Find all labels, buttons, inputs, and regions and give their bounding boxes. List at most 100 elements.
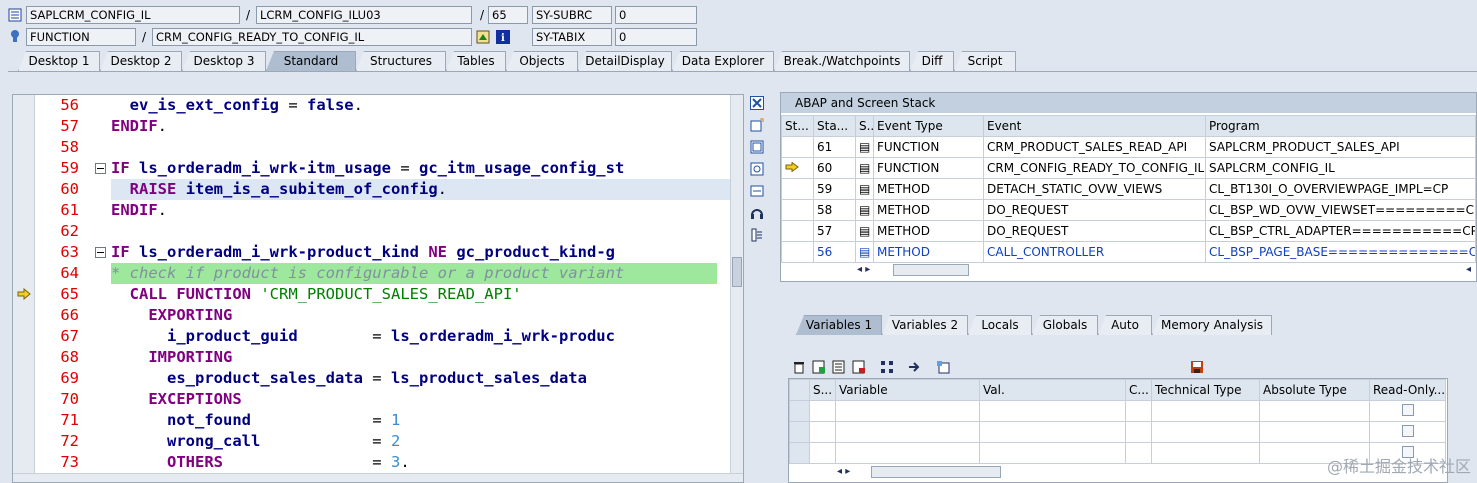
close-icon[interactable] xyxy=(750,96,764,110)
display-object-icon[interactable] xyxy=(476,30,490,44)
event-name[interactable]: DO_REQUEST xyxy=(983,199,1206,221)
line-field[interactable]: 65 xyxy=(488,6,528,24)
program-name[interactable]: CL_BSP_CTRL_ADAPTER===========CP xyxy=(1205,220,1476,242)
function-name-field[interactable]: CRM_CONFIG_READY_TO_CONFIG_IL xyxy=(152,28,472,46)
tab-globals[interactable]: Globals xyxy=(1032,315,1098,335)
sysval-field[interactable]: 0 xyxy=(615,6,697,24)
delete-icon[interactable] xyxy=(792,360,806,374)
value-input[interactable] xyxy=(979,442,1126,464)
tab-detaildisplay[interactable]: DetailDisplay xyxy=(578,51,672,71)
col-header[interactable]: Variable xyxy=(835,379,980,401)
col-header[interactable]: Event Type xyxy=(873,115,984,137)
col-header[interactable]: S... xyxy=(809,379,836,401)
structure-icon[interactable] xyxy=(880,360,894,374)
row-selector[interactable] xyxy=(781,199,814,221)
swap-icon[interactable] xyxy=(750,184,764,198)
col-header[interactable]: Absolute Type xyxy=(1259,379,1370,401)
tab-auto[interactable]: Auto xyxy=(1098,315,1152,335)
row-selector[interactable] xyxy=(781,241,814,263)
readonly-checkbox[interactable] xyxy=(1369,421,1446,443)
tab-variables-2[interactable]: Variables 2 xyxy=(882,315,968,335)
program-field[interactable]: SAPLCRM_CONFIG_IL xyxy=(26,6,240,24)
program-name[interactable]: CL_BSP_PAGE_BASE==============CP xyxy=(1205,241,1476,263)
table-row[interactable]: 56 ▤ METHOD CALL_CONTROLLER CL_BSP_PAGE_… xyxy=(781,241,1476,263)
collapse-icon[interactable] xyxy=(95,247,106,258)
tab-variables-1[interactable]: Variables 1 xyxy=(796,315,882,335)
variable-input[interactable] xyxy=(835,400,980,422)
tab-standard[interactable]: Standard xyxy=(266,51,356,71)
program-name[interactable]: CL_BT130I_O_OVERVIEWPAGE_IMPL=CP xyxy=(1205,178,1476,200)
headset-icon[interactable] xyxy=(750,206,764,220)
col-header[interactable]: Event xyxy=(983,115,1206,137)
table-row[interactable] xyxy=(789,421,1446,443)
tab-diff[interactable]: Diff xyxy=(910,51,954,71)
program-name[interactable]: SAPLCRM_CONFIG_IL xyxy=(1205,157,1476,179)
program-name[interactable]: CL_BSP_WD_OVW_VIEWSET=========CP xyxy=(1205,199,1476,221)
new-tool-icon[interactable] xyxy=(750,118,764,132)
export-icon[interactable] xyxy=(832,360,846,374)
col-header[interactable]: St... xyxy=(781,115,814,137)
code-horizontal-scrollbar[interactable] xyxy=(13,473,743,482)
col-header[interactable]: C... xyxy=(1125,379,1152,401)
maximize-icon[interactable] xyxy=(750,140,764,154)
row-selector[interactable] xyxy=(781,136,814,158)
row-selector[interactable] xyxy=(781,220,814,242)
tab-desktop-1[interactable]: Desktop 1 xyxy=(18,51,100,71)
value-input[interactable] xyxy=(979,400,1126,422)
tab-locals[interactable]: Locals xyxy=(968,315,1032,335)
col-header[interactable]: Sta... xyxy=(813,115,856,137)
info-icon[interactable]: i xyxy=(496,30,510,44)
tab-objects[interactable]: Objects xyxy=(506,51,578,71)
tab-breakpoints[interactable]: Break./Watchpoints xyxy=(774,51,910,71)
event-name[interactable]: CRM_PRODUCT_SALES_READ_API xyxy=(983,136,1206,158)
tab-structures[interactable]: Structures xyxy=(356,51,446,71)
variable-input[interactable] xyxy=(835,421,980,443)
tab-memory-analysis[interactable]: Memory Analysis xyxy=(1152,315,1272,335)
breakpoint-gutter[interactable] xyxy=(13,95,35,475)
col-header[interactable]: Val. xyxy=(979,379,1126,401)
tab-desktop-2[interactable]: Desktop 2 xyxy=(100,51,182,71)
row-selector-header[interactable] xyxy=(789,379,810,401)
import-icon[interactable] xyxy=(812,360,826,374)
sysval-field[interactable]: 0 xyxy=(615,28,697,46)
table-row[interactable]: 59 ▤ METHOD DETACH_STATIC_OVW_VIEWS CL_B… xyxy=(781,178,1476,200)
event-name[interactable]: CALL_CONTROLLER xyxy=(983,241,1206,263)
collapse-icon[interactable] xyxy=(95,163,106,174)
col-header[interactable]: Read-Only... xyxy=(1369,379,1446,401)
code-vertical-scrollbar[interactable] xyxy=(730,95,743,475)
include-field[interactable]: LCRM_CONFIG_ILU03 xyxy=(256,6,472,24)
tab-script[interactable]: Script xyxy=(954,51,1016,71)
readonly-checkbox[interactable] xyxy=(1369,400,1446,422)
program-name[interactable]: SAPLCRM_PRODUCT_SALES_API xyxy=(1205,136,1476,158)
col-header[interactable]: Technical Type xyxy=(1151,379,1260,401)
col-header[interactable]: S... xyxy=(855,115,874,137)
event-name[interactable]: CRM_CONFIG_READY_TO_CONFIG_IL xyxy=(983,157,1206,179)
row-selector[interactable] xyxy=(789,421,810,443)
window-icon[interactable] xyxy=(936,360,950,374)
row-selector[interactable] xyxy=(781,178,814,200)
tab-desktop-3[interactable]: Desktop 3 xyxy=(182,51,266,71)
table-row[interactable]: 61 ▤ FUNCTION CRM_PRODUCT_SALES_READ_API… xyxy=(781,136,1476,158)
tab-tables[interactable]: Tables xyxy=(446,51,506,71)
row-selector[interactable] xyxy=(789,442,810,464)
save-list-icon[interactable] xyxy=(852,360,866,374)
navigate-icon[interactable] xyxy=(908,360,922,374)
save-icon[interactable] xyxy=(1190,360,1204,374)
col-header[interactable]: Program xyxy=(1205,115,1476,137)
fullscreen-icon[interactable] xyxy=(750,162,764,176)
table-row[interactable] xyxy=(789,400,1446,422)
tab-data-explorer[interactable]: Data Explorer xyxy=(672,51,774,71)
value-input[interactable] xyxy=(979,421,1126,443)
services-icon[interactable] xyxy=(750,228,764,242)
table-row[interactable]: 57 ▤ METHOD DO_REQUEST CL_BSP_CTRL_ADAPT… xyxy=(781,220,1476,242)
event-name[interactable]: DO_REQUEST xyxy=(983,220,1206,242)
event-type: METHOD xyxy=(873,220,984,242)
event-name[interactable]: DETACH_STATIC_OVW_VIEWS xyxy=(983,178,1206,200)
code-editor[interactable]: 56 57 58 59 60 61 62 63 64 65 66 67 68 6… xyxy=(12,94,744,483)
variable-input[interactable] xyxy=(835,442,980,464)
stack-hscroll[interactable]: ◂ ▸ ◂ xyxy=(857,263,1471,277)
table-row[interactable]: 60 ▤ FUNCTION CRM_CONFIG_READY_TO_CONFIG… xyxy=(781,157,1476,179)
row-selector[interactable] xyxy=(789,400,810,422)
table-row[interactable]: 58 ▤ METHOD DO_REQUEST CL_BSP_WD_OVW_VIE… xyxy=(781,199,1476,221)
code-line-65: CALL FUNCTION 'CRM_PRODUCT_SALES_READ_AP… xyxy=(129,285,522,303)
